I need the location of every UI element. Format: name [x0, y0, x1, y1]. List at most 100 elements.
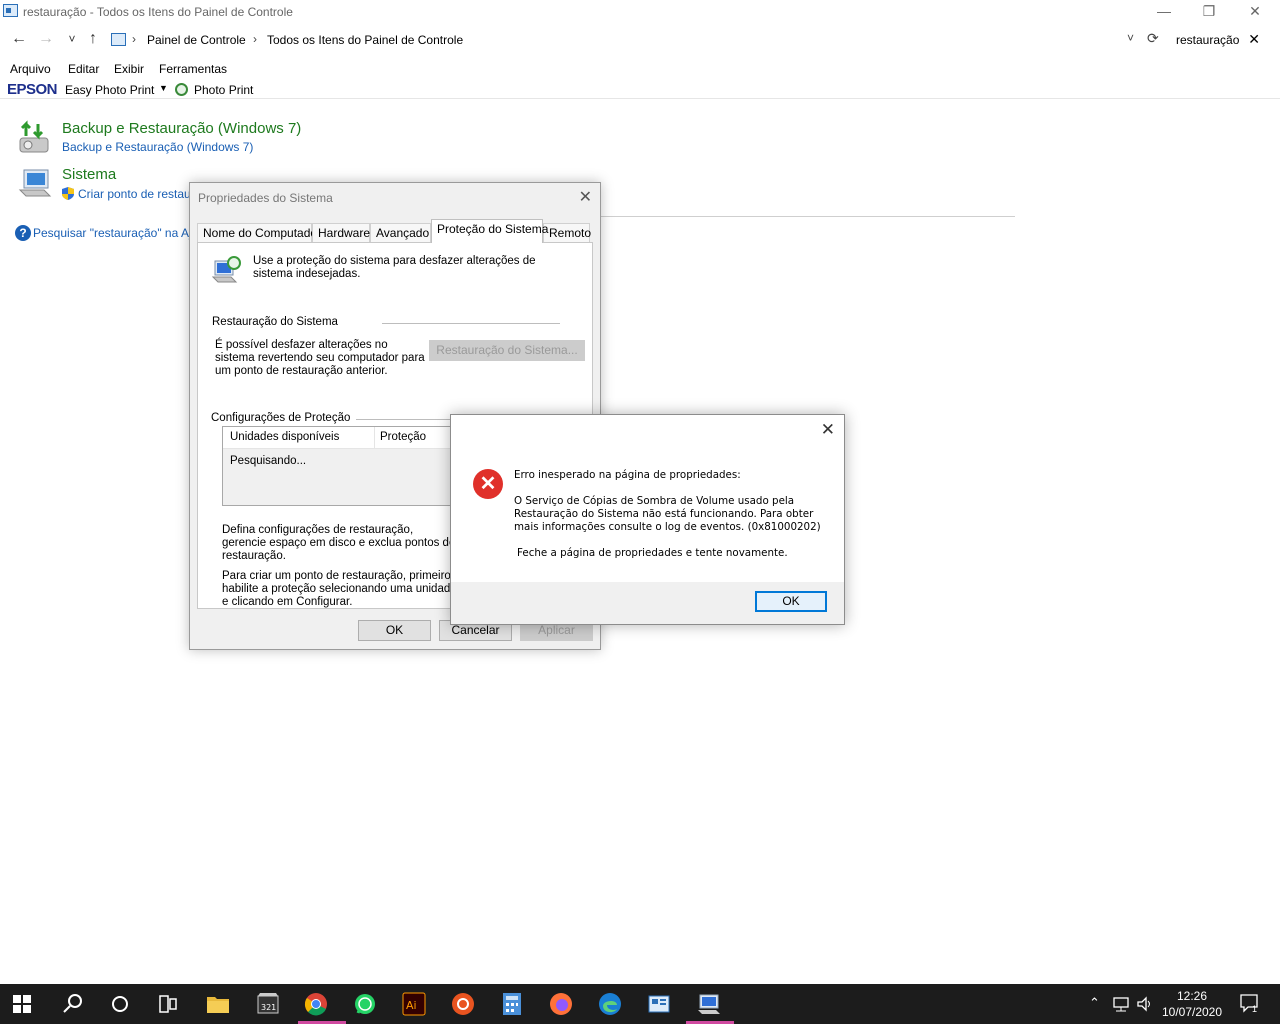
result-backup-restore: Backup e Restauração (Windows 7) Backup … [62, 120, 301, 154]
svg-text:321: 321 [261, 1003, 276, 1012]
error-close-button[interactable]: ✕ [821, 420, 835, 440]
edge-icon[interactable] [598, 992, 622, 1016]
whatsapp-icon[interactable] [353, 992, 377, 1016]
error-dialog: ✕ ✕ Erro inesperado na página de proprie… [450, 414, 845, 625]
cortana-icon[interactable] [108, 992, 132, 1016]
recent-locations-button[interactable]: ˅ [62, 30, 82, 48]
breadcrumb-separator: › [132, 32, 136, 46]
system-icon [18, 169, 52, 197]
clear-search-icon[interactable]: ✕ [1248, 31, 1260, 48]
list-header: Unidades disponíveis Proteção [223, 427, 461, 449]
restore-group-label: Restauração do Sistema [212, 316, 338, 328]
photo-print-button[interactable]: Photo Print [194, 83, 253, 97]
notification-center-icon[interactable] [1240, 994, 1262, 1014]
system-properties-taskbar-icon[interactable] [697, 992, 721, 1016]
address-dropdown-button[interactable]: ˅ [1127, 31, 1134, 45]
up-button[interactable]: ↑ [83, 30, 103, 48]
system-restore-button[interactable]: Restauração do Sistema... [429, 340, 585, 361]
result-title-system[interactable]: Sistema [62, 166, 116, 183]
result-link-backup[interactable]: Backup e Restauração (Windows 7) [62, 140, 301, 154]
notification-count: 1 [1252, 1004, 1258, 1014]
tab-system-protection[interactable]: Proteção do Sistema [431, 219, 548, 243]
control-panel-taskbar-icon[interactable] [647, 992, 671, 1016]
network-icon[interactable] [1112, 996, 1130, 1012]
dialog-title: Propriedades do Sistema [198, 191, 333, 205]
shield-icon [62, 187, 74, 200]
address-field[interactable]: › Painel de Controle › Todos os Itens do… [106, 28, 1161, 51]
tab-remote[interactable]: Remoto [543, 223, 591, 243]
results-divider [600, 216, 1015, 217]
search-help-link[interactable]: Pesquisar "restauração" na Aju [33, 226, 198, 240]
epson-logo: EPSON [7, 81, 58, 98]
volume-icon[interactable] [1136, 996, 1154, 1012]
refresh-button[interactable]: ⟳ [1147, 30, 1159, 47]
menu-exibir[interactable]: Exibir [114, 60, 144, 78]
error-message: O Serviço de Cópias de Sombra de Volume … [514, 495, 821, 533]
search-input[interactable]: restauração ✕ [1169, 28, 1269, 51]
tab-advanced[interactable]: Avançado [370, 223, 431, 243]
tab-computer-name[interactable]: Nome do Computador [197, 223, 321, 243]
column-protection[interactable]: Proteção [380, 431, 426, 443]
column-separator [374, 427, 375, 449]
close-button[interactable]: ✕ [1232, 0, 1278, 24]
epson-toolbar: EPSON Easy Photo Print ▼ Photo Print [0, 81, 1280, 99]
tray-chevron-up-icon[interactable]: ⌃ [1089, 995, 1100, 1011]
result-system: Sistema [62, 166, 116, 183]
menu-editar[interactable]: Editar [68, 60, 99, 78]
restore-description: É possível desfazer alterações no sistem… [215, 339, 425, 377]
protection-group-label: Configurações de Proteção [211, 412, 351, 424]
error-footer: OK [451, 582, 844, 624]
back-button[interactable]: ← [9, 30, 29, 48]
chevron-down-icon[interactable]: ▼ [159, 83, 168, 93]
control-panel-icon [3, 4, 18, 17]
illustrator-icon[interactable]: Ai [402, 992, 426, 1016]
clock-time: 12:26 [1176, 989, 1208, 1003]
error-hint: Feche a página de propriedades e tente n… [517, 547, 788, 559]
backup-restore-icon [19, 120, 49, 153]
tab-hardware[interactable]: Hardware [312, 223, 370, 243]
result-link-create-restore-point[interactable]: Criar ponto de restau [78, 187, 191, 201]
configure-description: Defina configurações de restauração, ger… [222, 524, 456, 562]
create-description: Para criar um ponto de restauração, prim… [222, 570, 457, 608]
search-value: restauração [1176, 33, 1240, 47]
menu-ferramentas[interactable]: Ferramentas [159, 60, 227, 78]
restore-button[interactable]: ❐ [1186, 0, 1232, 24]
menu-arquivo[interactable]: Arquivo [10, 60, 51, 78]
ok-button[interactable]: OK [358, 620, 431, 641]
group-separator [382, 323, 560, 324]
firefox-icon[interactable] [549, 992, 573, 1016]
taskbar: 321 Ai ⌃ 12:26 10/07/2020 1 [0, 984, 1280, 1024]
address-bar: ← → ˅ ↑ › Painel de Controle › Todos os … [0, 28, 1280, 52]
error-heading: Erro inesperado na página de propriedade… [514, 469, 741, 481]
forward-button[interactable]: → [36, 30, 56, 48]
calculator-icon[interactable] [500, 992, 524, 1016]
drives-list[interactable]: Unidades disponíveis Proteção Pesquisand… [222, 426, 462, 506]
photo-print-icon [175, 83, 188, 96]
system-protection-icon [212, 256, 241, 283]
minimize-button[interactable]: — [1141, 0, 1187, 24]
breadcrumb-all-items[interactable]: Todos os Itens do Painel de Controle [267, 33, 463, 47]
intro-text: Use a proteção do sistema para desfazer … [253, 255, 536, 280]
system-clock[interactable]: 12:26 10/07/2020 [1160, 988, 1224, 1020]
window-title: restauração - Todos os Itens do Painel d… [23, 5, 293, 19]
windows-start-icon[interactable] [13, 995, 37, 1019]
chrome-icon[interactable] [304, 992, 328, 1016]
clock-date: 10/07/2020 [1161, 1005, 1223, 1019]
ubuntu-icon[interactable] [451, 992, 475, 1016]
error-icon: ✕ [473, 469, 503, 499]
column-drives[interactable]: Unidades disponíveis [230, 431, 339, 443]
svg-text:Ai: Ai [406, 999, 417, 1012]
result-title-backup[interactable]: Backup e Restauração (Windows 7) [62, 120, 301, 137]
help-icon: ? [15, 225, 31, 241]
video-editor-icon[interactable]: 321 [256, 992, 280, 1016]
search-icon[interactable] [61, 992, 85, 1016]
dialog-close-button[interactable]: ✕ [579, 187, 592, 207]
control-panel-icon [111, 33, 126, 46]
task-view-icon[interactable] [156, 992, 180, 1016]
easy-photo-print-button[interactable]: Easy Photo Print [65, 83, 154, 97]
file-explorer-icon[interactable] [206, 992, 230, 1016]
error-ok-button[interactable]: OK [755, 591, 827, 612]
window-titlebar: restauração - Todos os Itens do Painel d… [0, 0, 1280, 24]
breadcrumb-control-panel[interactable]: Painel de Controle [147, 33, 246, 47]
breadcrumb-separator: › [253, 32, 257, 46]
